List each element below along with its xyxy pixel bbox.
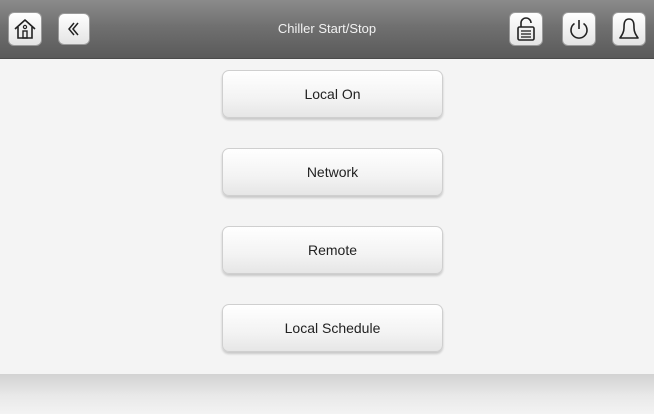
page-title: Chiller Start/Stop [277, 21, 377, 36]
lock-button[interactable] [509, 12, 543, 46]
title-bar: Chiller Start/Stop [0, 0, 654, 59]
bell-icon [617, 16, 641, 42]
network-button[interactable]: Network [222, 148, 443, 196]
power-button[interactable] [562, 12, 596, 46]
alarm-button[interactable] [612, 12, 646, 46]
main-panel: Local On Network Remote Local Schedule [0, 59, 654, 374]
footer-bar [0, 374, 654, 414]
local-on-button[interactable]: Local On [222, 70, 443, 118]
local-schedule-button[interactable]: Local Schedule [222, 304, 443, 352]
lock-icon [514, 16, 538, 42]
remote-button[interactable]: Remote [222, 226, 443, 274]
power-icon [567, 17, 591, 41]
